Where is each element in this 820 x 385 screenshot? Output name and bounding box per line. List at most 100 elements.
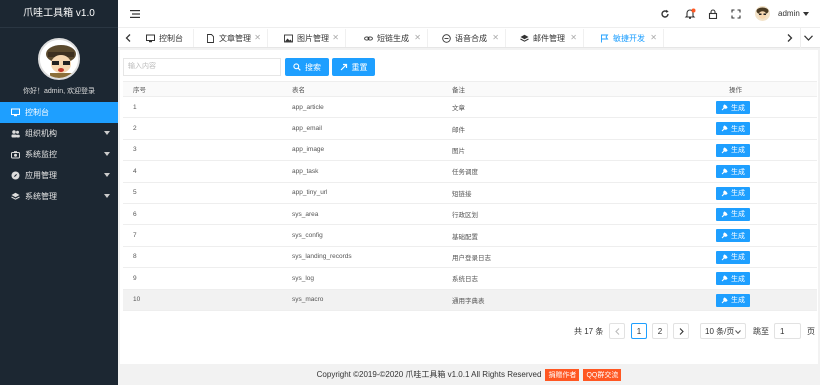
wrench-icon [721, 168, 728, 175]
search-button[interactable]: 搜索 [285, 58, 329, 76]
prev-page-button[interactable] [609, 323, 625, 339]
page-button-current[interactable]: 1 [631, 323, 647, 339]
sidebar-item-apps[interactable]: 应用管理 [0, 165, 118, 186]
total-count: 共 17 条 [574, 327, 604, 336]
tab-speech[interactable]: 语音合成 ✕ [434, 29, 506, 47]
close-icon[interactable]: ✕ [650, 34, 657, 42]
goto-page-input[interactable]: 1 [774, 323, 801, 339]
search-icon [293, 63, 301, 71]
user-avatar[interactable] [755, 6, 770, 21]
close-icon[interactable]: ✕ [414, 34, 421, 42]
menu-toggle-icon[interactable] [130, 9, 140, 19]
table-remark: 文章 [452, 105, 465, 113]
page-button[interactable]: 2 [652, 323, 668, 339]
bell-icon[interactable] [684, 8, 696, 20]
sidebar-item-monitor[interactable]: 系统监控 [0, 144, 118, 165]
generate-button[interactable]: 生成 [716, 250, 750, 264]
page-unit-label: 页 [807, 327, 815, 336]
generate-button-label: 生成 [731, 211, 745, 219]
close-icon[interactable]: ✕ [254, 34, 261, 42]
generate-button[interactable]: 生成 [716, 165, 750, 179]
column-header: 备注 [452, 87, 465, 94]
tab-label: 短链生成 [377, 33, 409, 43]
table-row: 8 sys_landing_records 用户登录日志 生成 [123, 247, 817, 269]
tabs-scroll-right-icon[interactable] [782, 28, 798, 48]
sidebar-item-label: 组织机构 [25, 129, 57, 138]
wrench-icon [721, 275, 728, 282]
data-table: 序号 表名 备注 操作 1 app_article 文章 生成 2 app_email 邮件… [123, 81, 817, 311]
tab-label: 控制台 [159, 33, 183, 43]
qq-group-badge[interactable]: QQ群交流 [583, 368, 622, 381]
fullscreen-icon[interactable] [730, 8, 742, 20]
table-row: 9 sys_log 系统日志 生成 [123, 268, 817, 290]
generate-button-label: 生成 [731, 254, 745, 262]
next-page-button[interactable] [673, 323, 689, 339]
row-number: 10 [133, 296, 141, 304]
table-row: 4 app_task 任务调度 生成 [123, 161, 817, 183]
avatar[interactable] [38, 38, 80, 80]
tab-rapid-dev[interactable]: 敏捷开发 ✕ [592, 29, 664, 47]
table-name: sys_landing_records [292, 253, 352, 261]
close-icon[interactable]: ✕ [492, 34, 499, 42]
sidebar-item-label: 系统管理 [25, 192, 57, 201]
generate-button[interactable]: 生成 [716, 186, 750, 200]
tab-articles[interactable]: 文章管理 ✕ [198, 29, 268, 47]
table-name: app_article [292, 103, 324, 111]
chevron-down-icon[interactable] [803, 12, 809, 16]
generate-button[interactable]: 生成 [716, 272, 750, 286]
copyright-text: Copyright ©2019-©2020 爪哇工具箱 v1.0.1 All R… [316, 370, 542, 379]
tabs-menu-icon[interactable] [800, 28, 816, 48]
tab-label: 敏捷开发 [613, 33, 645, 43]
top-header: admin [118, 0, 820, 28]
sidebar-menu: 控制台 组织机构 系统监控 应用管理 系统管理 [0, 102, 118, 207]
monitor-icon [11, 108, 20, 117]
compass-icon [11, 171, 20, 180]
row-number: 2 [133, 125, 137, 133]
wrench-icon [721, 254, 728, 261]
tab-dashboard[interactable]: 控制台 [138, 29, 194, 47]
tab-email[interactable]: 邮件管理 ✕ [512, 29, 584, 47]
monitor-icon [146, 34, 155, 43]
layers-icon [520, 34, 529, 43]
page-size-value: 10 条/页 [705, 326, 735, 336]
footer: Copyright ©2019-©2020 爪哇工具箱 v1.0.1 All R… [118, 364, 820, 385]
lock-icon[interactable] [707, 8, 719, 20]
page-size-select[interactable]: 10 条/页 [700, 323, 746, 339]
generate-button-label: 生成 [731, 232, 745, 240]
table-row: 6 sys_area 行政区划 生成 [123, 204, 817, 226]
sidebar-item-organization[interactable]: 组织机构 [0, 123, 118, 144]
table-remark: 短链接 [452, 190, 472, 198]
wrench-icon [721, 232, 728, 239]
main-content: 输入内容 搜索 重置 序号 表名 备注 操作 1 app_article 文章 生成 2… [120, 50, 818, 364]
search-input[interactable]: 输入内容 [123, 58, 281, 76]
table-remark: 基础配置 [452, 233, 478, 241]
row-number: 9 [133, 274, 137, 282]
generate-button[interactable]: 生成 [716, 101, 750, 114]
sidebar-item-dashboard[interactable]: 控制台 [0, 102, 118, 123]
sidebar-item-system[interactable]: 系统管理 [0, 186, 118, 207]
tabs-scroll-left-icon[interactable] [120, 28, 136, 48]
document-icon [206, 33, 215, 43]
tab-short-links[interactable]: 短链生成 ✕ [356, 29, 428, 47]
wrench-icon [721, 125, 728, 132]
row-number: 7 [133, 232, 137, 240]
user-name[interactable]: admin [778, 9, 800, 18]
donate-badge[interactable]: 捐赠作者 [545, 368, 580, 381]
generate-button[interactable]: 生成 [716, 207, 750, 221]
table-row: 10 sys_macro 通用字典表 生成 [123, 289, 817, 311]
chevron-left-icon [614, 327, 619, 335]
close-icon[interactable]: ✕ [332, 34, 339, 42]
tab-label: 邮件管理 [533, 33, 565, 43]
layers-icon [11, 192, 20, 201]
welcome-text: 你好！admin, 欢迎登录 [23, 88, 95, 95]
generate-button[interactable]: 生成 [716, 122, 750, 136]
generate-button[interactable]: 生成 [716, 143, 750, 157]
sidebar-item-label: 控制台 [25, 108, 49, 117]
generate-button[interactable]: 生成 [716, 293, 750, 307]
close-icon[interactable]: ✕ [570, 34, 577, 42]
generate-button[interactable]: 生成 [716, 229, 750, 243]
column-header: 操作 [729, 87, 742, 94]
tab-images[interactable]: 图片管理 ✕ [276, 29, 346, 47]
refresh-icon[interactable] [659, 8, 671, 20]
reset-button[interactable]: 重置 [332, 58, 375, 76]
